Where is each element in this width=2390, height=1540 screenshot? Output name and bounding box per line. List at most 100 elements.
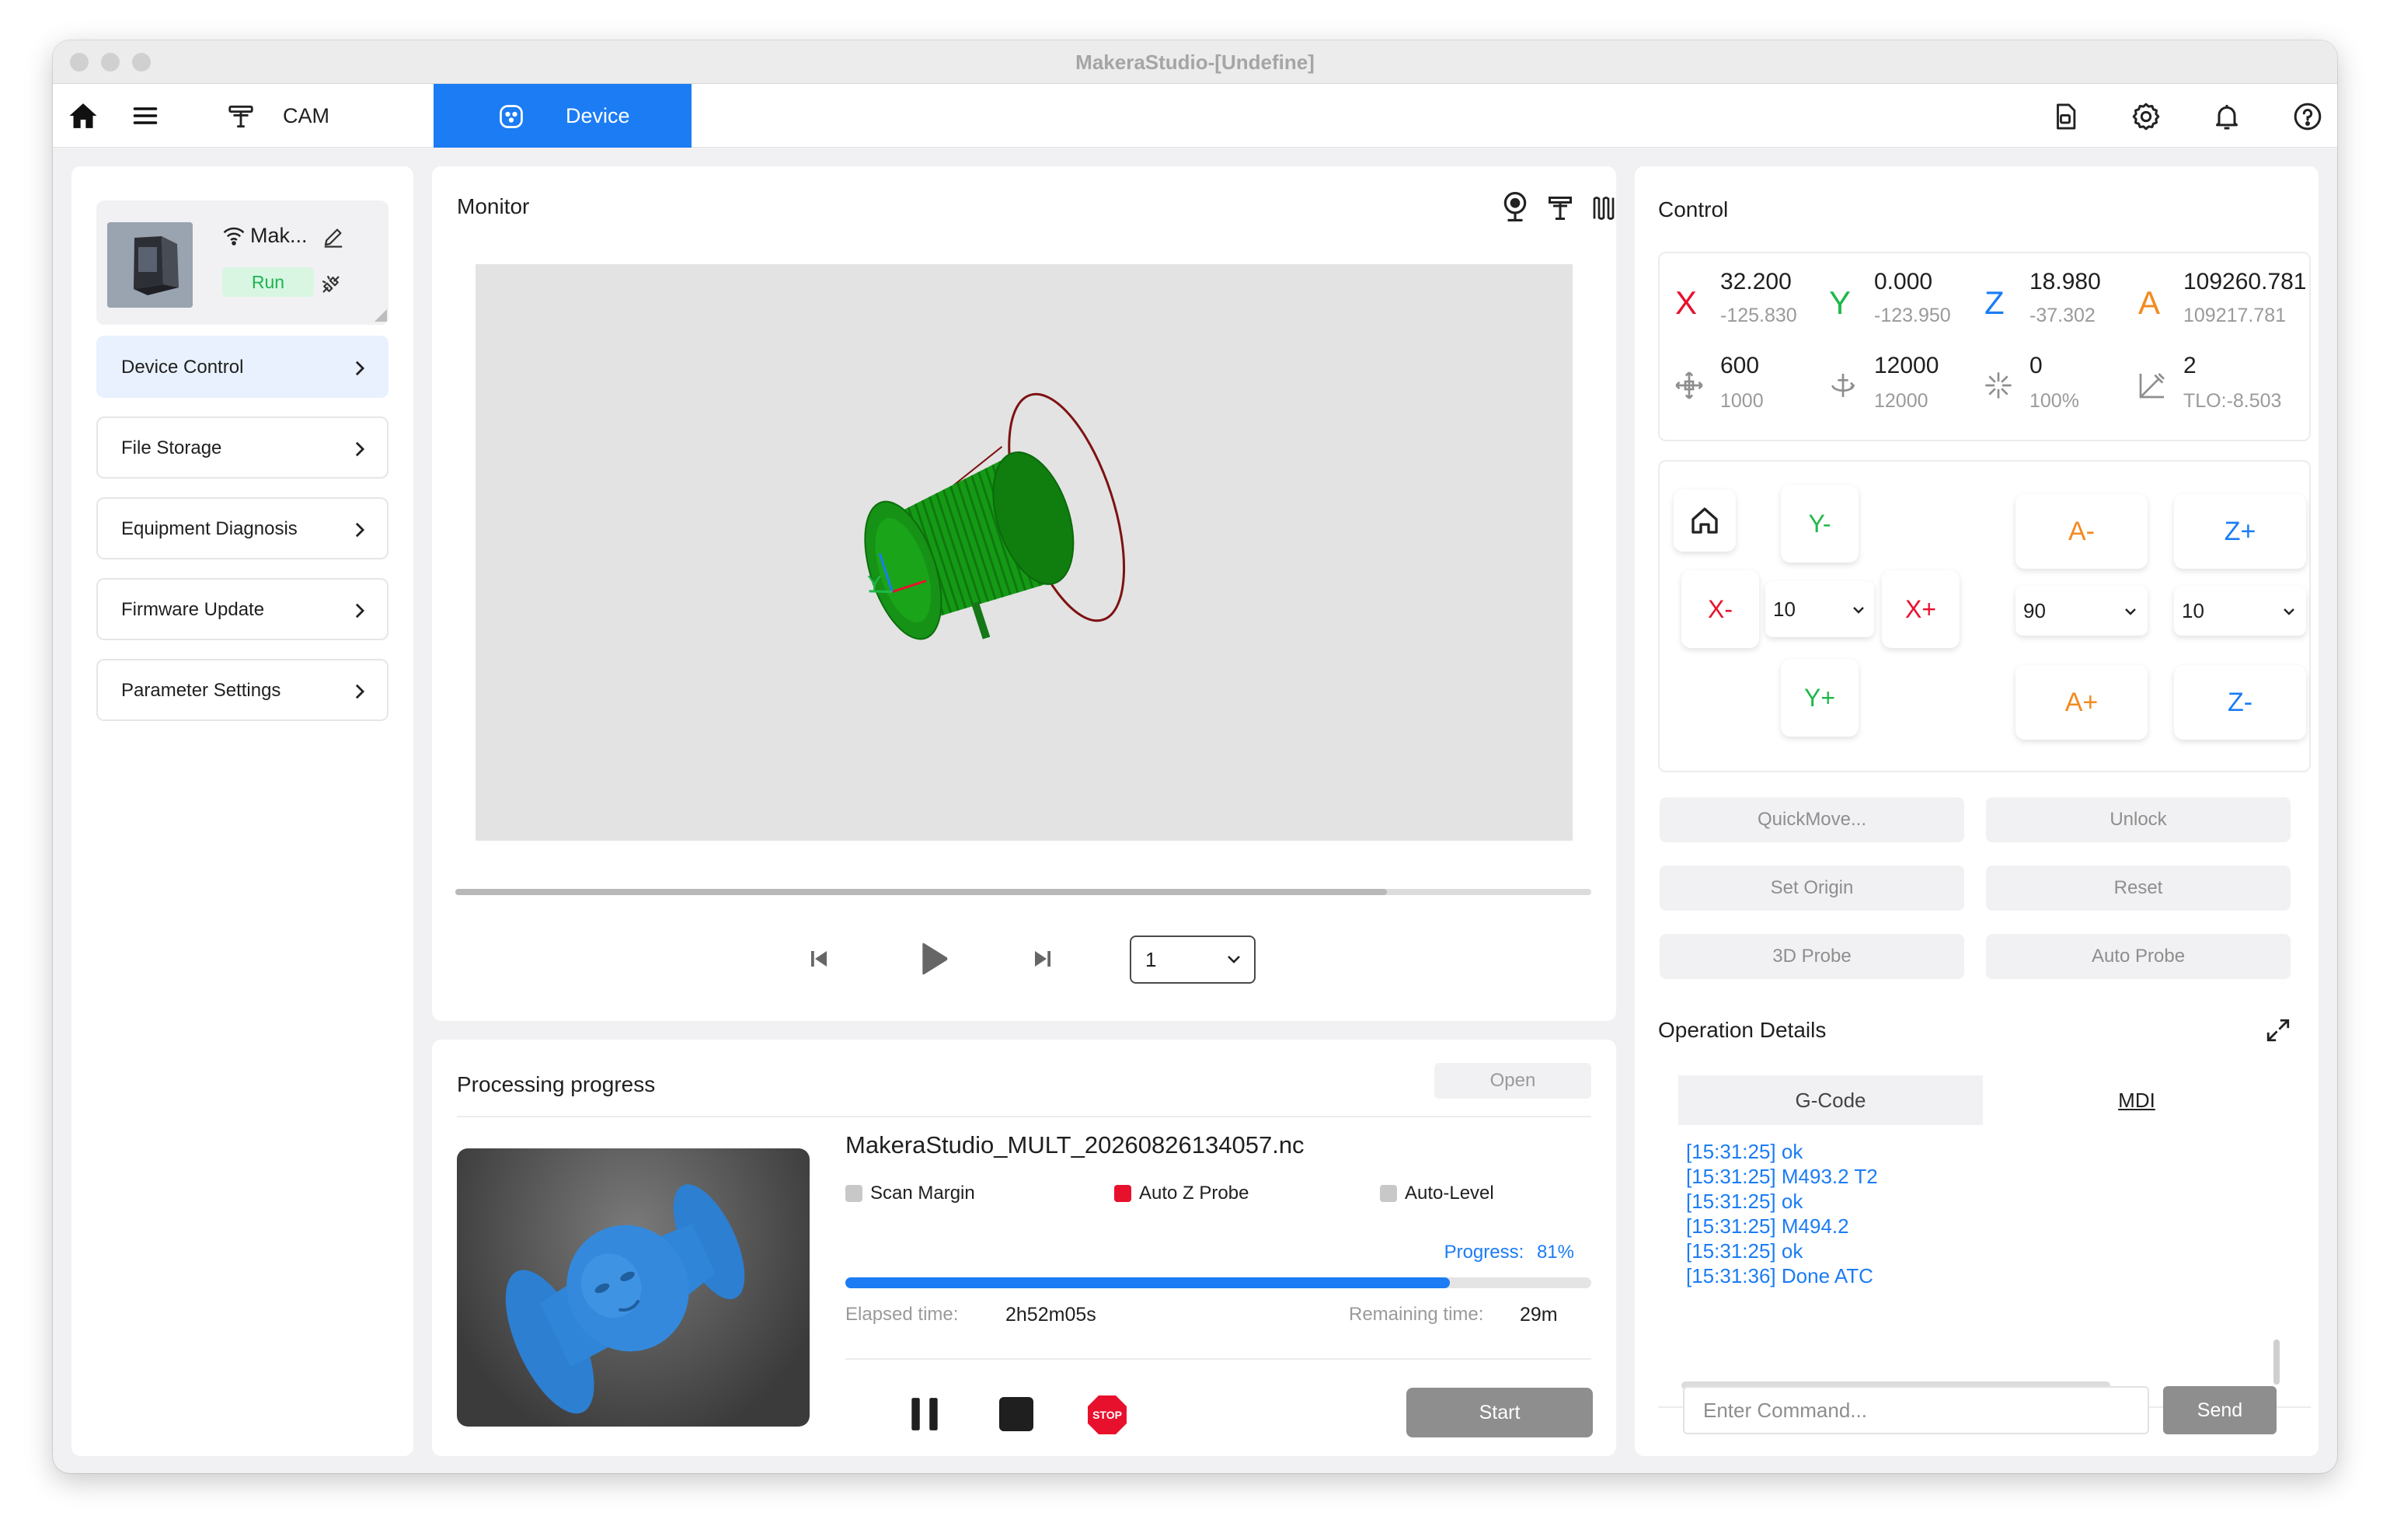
menu-icon[interactable] bbox=[131, 101, 160, 131]
home-machine-button[interactable] bbox=[1674, 490, 1736, 552]
sidebar-item-equipment-diagnosis[interactable]: Equipment Diagnosis bbox=[96, 497, 388, 559]
stop-square-icon[interactable] bbox=[996, 1394, 1036, 1434]
option-label: Auto-Level bbox=[1405, 1183, 1494, 1204]
edit-icon[interactable] bbox=[320, 224, 347, 250]
open-button[interactable]: Open bbox=[1434, 1063, 1591, 1099]
send-button[interactable]: Send bbox=[2163, 1386, 2277, 1434]
control-panel: Control X 32.200 -125.830 Y 0.000 -123.9… bbox=[1635, 166, 2319, 1456]
start-button[interactable]: Start bbox=[1406, 1388, 1593, 1437]
axis-label-y: Y bbox=[867, 571, 882, 595]
play-icon[interactable] bbox=[914, 939, 954, 979]
gear-icon[interactable] bbox=[2129, 99, 2163, 134]
main-toolbar: CAM Device bbox=[53, 84, 2337, 148]
remaining-value: 29m bbox=[1520, 1304, 1558, 1326]
tab-cam-label: CAM bbox=[283, 104, 329, 127]
machine-view-icon[interactable] bbox=[1545, 193, 1576, 224]
a-step-value: 90 bbox=[2023, 599, 2046, 622]
tab-mdi[interactable]: MDI bbox=[1983, 1075, 2291, 1125]
playback-speed-select[interactable]: 1 bbox=[1130, 935, 1256, 984]
save-file-icon[interactable] bbox=[2048, 99, 2082, 134]
quick-move-button[interactable]: QuickMove... bbox=[1660, 797, 1964, 842]
playback-timeline[interactable] bbox=[455, 889, 1591, 895]
toolpath-view-icon[interactable] bbox=[1588, 193, 1619, 224]
tab-device-label: Device bbox=[566, 104, 630, 127]
chevron-right-icon bbox=[355, 684, 365, 699]
a-step-select[interactable]: 90 bbox=[2015, 586, 2148, 636]
job-progress-bar bbox=[845, 1277, 1591, 1288]
toolpath-preview: Y bbox=[864, 392, 1126, 640]
device-card[interactable]: Mak... Run bbox=[96, 200, 388, 325]
set-origin-button[interactable]: Set Origin bbox=[1660, 866, 1964, 911]
jog-x-plus-button[interactable]: X+ bbox=[1882, 570, 1960, 648]
app-window: MakeraStudio-[Undefine] CAM Device Mak..… bbox=[53, 40, 2337, 1473]
tab-gcode[interactable]: G-Code bbox=[1678, 1075, 1983, 1125]
option-scan-margin[interactable]: Scan Margin bbox=[845, 1183, 975, 1204]
sidebar-item-firmware-update[interactable]: Firmware Update bbox=[96, 578, 388, 640]
sidebar-item-device-control[interactable]: Device Control bbox=[96, 336, 388, 398]
webcam-icon[interactable] bbox=[1500, 190, 1531, 224]
title-bar: MakeraStudio-[Undefine] bbox=[53, 40, 2337, 84]
status-badge: Run bbox=[222, 267, 314, 297]
spindle-speed-icon bbox=[1824, 367, 1862, 404]
chevron-down-icon bbox=[1853, 607, 1864, 614]
jog-y-plus-button[interactable]: Y+ bbox=[1781, 659, 1859, 737]
jog-z-minus-button[interactable]: Z- bbox=[2174, 665, 2306, 740]
reset-button[interactable]: Reset bbox=[1986, 866, 2291, 911]
emergency-stop-icon[interactable]: STOP bbox=[1086, 1394, 1128, 1436]
file-thumbnail bbox=[457, 1148, 810, 1427]
bell-icon[interactable] bbox=[2210, 99, 2244, 134]
command-input[interactable] bbox=[1683, 1386, 2149, 1434]
skip-forward-icon[interactable] bbox=[1027, 943, 1058, 974]
coord-x-work: 32.200 bbox=[1720, 269, 1792, 294]
job-filename: MakeraStudio_MULT_20260826134057.nc bbox=[845, 1131, 1305, 1158]
resize-corner-icon bbox=[375, 309, 387, 322]
chevron-right-icon bbox=[355, 603, 365, 618]
divider bbox=[457, 1116, 1591, 1117]
jog-z-plus-button[interactable]: Z+ bbox=[2174, 494, 2306, 569]
coord-y-work: 0.000 bbox=[1874, 269, 1933, 294]
3d-probe-button[interactable]: 3D Probe bbox=[1660, 934, 1964, 979]
control-title: Control bbox=[1658, 197, 1729, 221]
sidebar-item-parameter-settings[interactable]: Parameter Settings bbox=[96, 659, 388, 721]
pause-icon[interactable] bbox=[904, 1394, 945, 1434]
spindle-speed-value: 12000 bbox=[1874, 353, 1939, 378]
tab-device[interactable]: Device bbox=[434, 84, 692, 148]
xy-step-select[interactable]: 10 bbox=[1765, 581, 1874, 637]
stop-label: STOP bbox=[1092, 1409, 1122, 1421]
processing-panel: Processing progress Open MakeraStudio_MU… bbox=[432, 1040, 1616, 1456]
chevron-right-icon bbox=[355, 361, 365, 376]
divider bbox=[845, 1358, 1591, 1360]
option-label: Auto Z Probe bbox=[1139, 1183, 1249, 1204]
option-auto-z-probe[interactable]: Auto Z Probe bbox=[1114, 1183, 1249, 1204]
z-step-select[interactable]: 10 bbox=[2174, 586, 2306, 636]
jog-y-minus-button[interactable]: Y- bbox=[1781, 485, 1859, 563]
tool-length-offset: TLO:-8.503 bbox=[2183, 390, 2282, 412]
home-icon[interactable] bbox=[67, 99, 99, 132]
skip-back-icon[interactable] bbox=[803, 943, 834, 974]
device-name: Mak... bbox=[250, 224, 308, 247]
log-line: [15:31:25] M494.2 bbox=[1686, 1214, 1849, 1238]
log-vertical-scrollbar[interactable] bbox=[2273, 1340, 2280, 1385]
jog-x-minus-button[interactable]: X- bbox=[1681, 570, 1759, 648]
axis-letter-z: Z bbox=[1984, 284, 2005, 321]
expand-icon[interactable] bbox=[2263, 1015, 2294, 1046]
jog-a-plus-button[interactable]: A+ bbox=[2015, 665, 2148, 740]
xy-step-value: 10 bbox=[1773, 598, 1796, 621]
log-line: [15:31:36] Done ATC bbox=[1686, 1264, 1873, 1287]
coord-a-work: 109260.781 bbox=[2183, 269, 2307, 294]
operation-details-title: Operation Details bbox=[1658, 1018, 1827, 1042]
log-line: [15:31:25] ok bbox=[1686, 1140, 1803, 1163]
feed-rate-value: 600 bbox=[1720, 353, 1760, 378]
jog-a-minus-button[interactable]: A- bbox=[2015, 494, 2148, 569]
option-auto-level[interactable]: Auto-Level bbox=[1380, 1183, 1494, 1204]
disconnect-icon[interactable] bbox=[317, 270, 345, 298]
feed-rate-icon bbox=[1671, 367, 1708, 404]
unlock-button[interactable]: Unlock bbox=[1986, 797, 2291, 842]
3d-viewport[interactable]: Y bbox=[476, 264, 1573, 841]
laser-power-percent: 100% bbox=[2029, 390, 2079, 412]
log-line: [15:31:25] M493.2 T2 bbox=[1686, 1165, 1878, 1188]
auto-probe-button[interactable]: Auto Probe bbox=[1986, 934, 2291, 979]
laser-power-icon bbox=[1980, 367, 2017, 404]
help-icon[interactable] bbox=[2291, 99, 2325, 134]
sidebar-item-file-storage[interactable]: File Storage bbox=[96, 416, 388, 479]
